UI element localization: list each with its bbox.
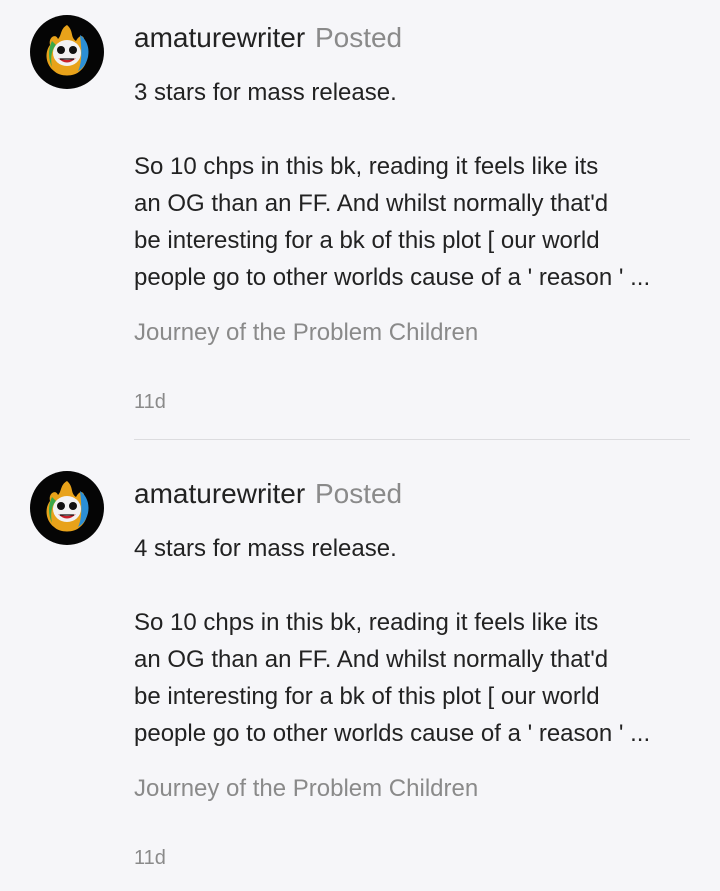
feed-post: amaturewriter Posted 3 stars for mass re…	[0, 0, 720, 441]
post-timestamp: 11d	[134, 847, 166, 869]
post-action-label: Posted	[314, 478, 403, 509]
avatar[interactable]	[30, 15, 104, 89]
post-body-line: be interesting for a bk of this plot [ o…	[134, 683, 600, 710]
post-body-line: So 10 chps in this bk, reading it feels …	[134, 609, 599, 636]
post-body-line: people go to other worlds cause of a ' r…	[134, 720, 651, 747]
post-timestamp: 11d	[134, 391, 166, 413]
post-body-line: So 10 chps in this bk, reading it feels …	[134, 153, 599, 180]
post-body-line: be interesting for a bk of this plot [ o…	[134, 227, 600, 254]
fire-skull-avatar-icon	[46, 25, 89, 76]
post-divider	[134, 439, 690, 440]
fire-skull-avatar-icon	[46, 481, 89, 532]
post-header: amaturewriter Posted	[134, 478, 402, 510]
post-action-label: Posted	[314, 22, 403, 53]
post-body[interactable]: So 10 chps in this bk, reading it feels …	[134, 604, 694, 752]
avatar[interactable]	[30, 471, 104, 545]
post-header: amaturewriter Posted	[134, 22, 402, 54]
activity-feed: amaturewriter Posted 3 stars for mass re…	[0, 0, 720, 891]
post-body[interactable]: So 10 chps in this bk, reading it feels …	[134, 148, 694, 296]
book-title-link[interactable]: Journey of the Problem Children	[134, 318, 478, 348]
feed-post: amaturewriter Posted 4 stars for mass re…	[0, 456, 720, 891]
post-body-line: an OG than an FF. And whilst normally th…	[134, 190, 609, 217]
rating-text: 3 stars for mass release.	[134, 79, 397, 106]
post-body-line: an OG than an FF. And whilst normally th…	[134, 646, 609, 673]
username-link[interactable]: amaturewriter	[134, 22, 305, 53]
book-title-link[interactable]: Journey of the Problem Children	[134, 774, 478, 804]
rating-text: 4 stars for mass release.	[134, 535, 397, 562]
post-body-line: people go to other worlds cause of a ' r…	[134, 264, 651, 291]
username-link[interactable]: amaturewriter	[134, 478, 305, 509]
